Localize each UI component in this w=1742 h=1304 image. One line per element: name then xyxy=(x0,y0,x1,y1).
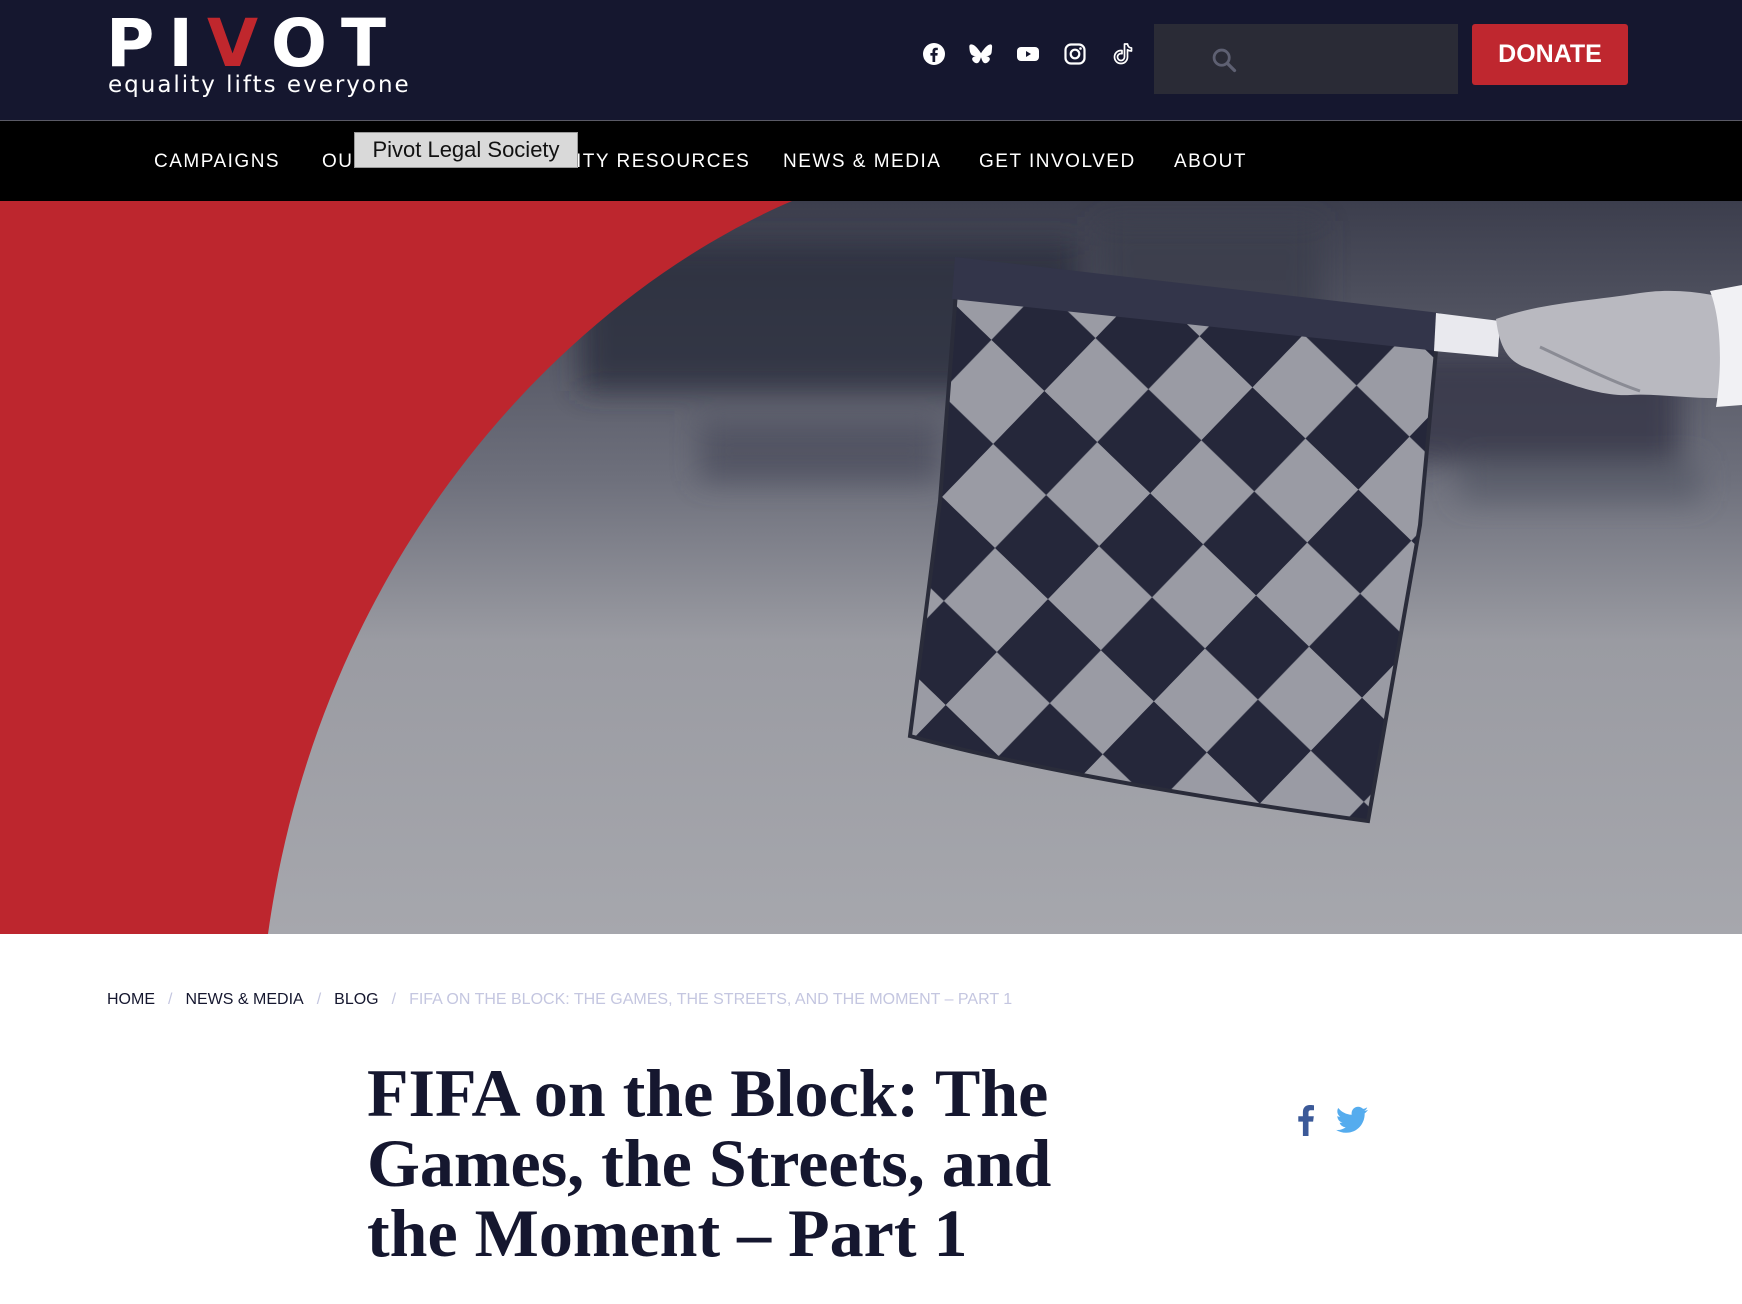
bluesky-icon[interactable] xyxy=(963,36,999,72)
hero-banner xyxy=(0,201,1742,934)
facebook-share-icon[interactable] xyxy=(1296,1104,1318,1136)
hero-image-checkered-flag xyxy=(0,201,1742,934)
breadcrumb-separator: / xyxy=(391,991,397,1008)
logo-tagline: equality lifts everyone xyxy=(108,72,411,98)
site-header: PIVOT equality lifts everyone DONATE xyxy=(0,0,1742,120)
site-logo[interactable]: PIVOT equality lifts everyone xyxy=(106,8,409,104)
instagram-icon[interactable] xyxy=(1057,36,1093,72)
article-title: FIFA on the Block: The Games, the Street… xyxy=(367,1055,1052,1271)
main-nav: CAMPAIGNS OU ITY RESOURCES NEWS & MEDIA … xyxy=(0,120,1742,201)
breadcrumb-separator: / xyxy=(316,991,322,1008)
logo-tooltip: Pivot Legal Society xyxy=(354,132,578,168)
breadcrumb-blog[interactable]: BLOG xyxy=(334,991,378,1009)
youtube-icon[interactable] xyxy=(1010,36,1046,72)
donate-button[interactable]: DONATE xyxy=(1472,24,1628,85)
search-input[interactable] xyxy=(1250,38,1446,80)
breadcrumb: HOME / NEWS & MEDIA / BLOG / FIFA ON THE… xyxy=(107,988,1012,1012)
search-box xyxy=(1154,24,1458,94)
search-icon[interactable] xyxy=(1210,46,1238,74)
breadcrumb-home[interactable]: HOME xyxy=(107,991,155,1009)
nav-item-news-media[interactable]: NEWS & MEDIA xyxy=(783,151,941,173)
breadcrumb-news-media[interactable]: NEWS & MEDIA xyxy=(185,991,303,1009)
nav-item-community-resources[interactable]: ITY RESOURCES xyxy=(576,151,750,173)
twitter-share-icon[interactable] xyxy=(1336,1106,1368,1134)
nav-item-our-work[interactable]: OU xyxy=(322,151,354,173)
nav-item-get-involved[interactable]: GET INVOLVED xyxy=(979,151,1136,173)
nav-item-campaigns[interactable]: CAMPAIGNS xyxy=(154,151,280,173)
logo-wordmark: PIVOT xyxy=(106,5,400,82)
facebook-icon[interactable] xyxy=(916,36,952,72)
tiktok-icon[interactable] xyxy=(1105,36,1141,72)
nav-item-about[interactable]: ABOUT xyxy=(1174,151,1247,173)
breadcrumb-current: FIFA ON THE BLOCK: THE GAMES, THE STREET… xyxy=(409,991,1013,1008)
breadcrumb-separator: / xyxy=(168,991,173,1008)
